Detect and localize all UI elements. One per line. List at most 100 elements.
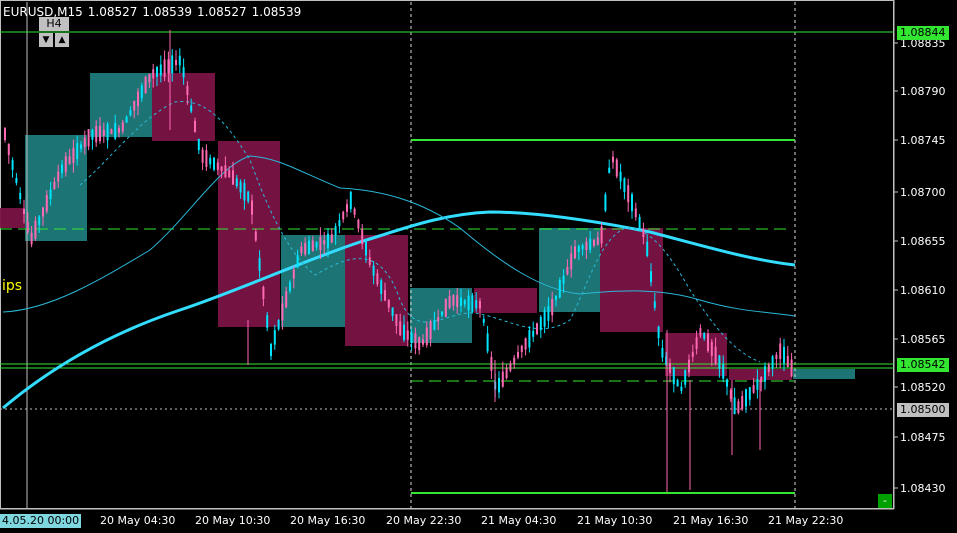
m15-candle-body <box>45 194 48 212</box>
price-tick-label: 1.08745 <box>900 134 946 147</box>
m15-candle-body <box>714 346 717 365</box>
timeframe-up-button[interactable]: ▲ <box>55 33 69 47</box>
m15-candle-body <box>642 228 645 238</box>
m15-candle-body <box>752 385 755 393</box>
m15-candle-body <box>182 67 185 78</box>
m15-candle-body <box>266 315 269 328</box>
m15-candle-body <box>118 127 120 133</box>
m15-candle-body <box>528 330 531 348</box>
m15-candle-body <box>707 333 709 351</box>
price-marker-lower-level: 1.08542 <box>897 358 949 372</box>
m15-candle-body <box>422 339 424 345</box>
m15-candle-body <box>612 156 614 163</box>
time-tick-label: 21 May 22:30 <box>768 514 844 527</box>
chart-canvas[interactable] <box>0 0 957 533</box>
m15-candle-body <box>539 317 542 331</box>
m15-candle-body <box>300 246 303 253</box>
timeframe-down-button[interactable]: ▼ <box>39 33 53 47</box>
m15-candle-body <box>756 378 759 390</box>
m15-candle-body <box>688 359 690 373</box>
m15-candle-body <box>106 124 109 141</box>
m15-candle-body <box>574 246 576 259</box>
m15-candle-body <box>34 220 37 239</box>
m15-candle-body <box>148 73 151 83</box>
m15-candle-body <box>133 100 136 111</box>
m15-candle-body <box>486 333 489 352</box>
m15-candle-body <box>251 200 253 215</box>
m15-candle-body <box>463 300 466 305</box>
timeframe-label: H4 <box>39 17 69 31</box>
m15-candle-body <box>395 314 398 326</box>
m15-candle-body <box>482 318 485 323</box>
m15-candle-body <box>520 345 523 353</box>
m15-candle-body <box>197 138 200 151</box>
m15-candle-body <box>121 122 124 132</box>
m15-candle-body <box>330 234 333 243</box>
h4-candle-box <box>600 228 663 332</box>
time-tick-label: 20 May 22:30 <box>386 514 462 527</box>
close-price: 1.08539 <box>251 5 302 19</box>
h4-candle-box <box>218 141 280 327</box>
m15-candle-body <box>353 208 356 215</box>
m15-candle-body <box>779 343 782 359</box>
m15-candle-body <box>61 164 63 174</box>
m15-candle-body <box>646 241 649 256</box>
m15-candle-body <box>346 204 348 212</box>
m15-candle-body <box>387 299 390 308</box>
m15-candle-body <box>619 171 622 182</box>
m15-candle-body <box>589 238 592 250</box>
collapse-button[interactable]: - <box>878 494 892 508</box>
time-tick-label: 20 May 04:30 <box>100 514 176 527</box>
m15-candle-body <box>691 352 694 357</box>
open-price: 1.08527 <box>87 5 138 19</box>
m15-candle-body <box>95 126 98 143</box>
m15-candle-body <box>650 271 652 283</box>
m15-candle-body <box>403 324 405 340</box>
m15-candle-body <box>72 148 75 163</box>
m15-candle-body <box>125 116 128 123</box>
m15-candle-body <box>53 181 56 189</box>
m15-candle-body <box>448 296 451 309</box>
m15-candle-body <box>524 338 527 350</box>
m15-candle-body <box>741 395 744 410</box>
m15-candle-body <box>745 389 747 407</box>
m15-candle-body <box>289 282 291 292</box>
m15-candle-body <box>380 280 383 294</box>
time-tick-label: 20 May 10:30 <box>195 514 271 527</box>
m15-candle-body <box>49 189 52 200</box>
m15-candle-body <box>175 59 177 66</box>
m15-candle-body <box>254 231 257 241</box>
m15-candle-body <box>304 242 307 255</box>
m15-candle-body <box>167 59 170 74</box>
m15-candle-body <box>391 307 394 317</box>
m15-candle-body <box>83 137 86 147</box>
m15-candle-body <box>277 319 280 330</box>
m15-candle-body <box>285 291 288 308</box>
m15-candle-body <box>775 354 778 360</box>
chart-window[interactable]: EURUSD,M15 1.08527 1.08539 1.08527 1.08539 H… <box>0 0 957 533</box>
m15-candle-body <box>159 64 162 76</box>
m15-candle-body <box>376 273 379 285</box>
m15-candle-body <box>220 166 223 171</box>
m15-candle-body <box>517 352 519 358</box>
high-price: 1.08539 <box>142 5 193 19</box>
m15-candle-body <box>498 377 500 393</box>
m15-candle-body <box>171 55 174 74</box>
m15-candle-body <box>209 157 212 165</box>
price-marker-upper-level: 1.08844 <box>897 26 949 40</box>
m15-candle-body <box>247 191 250 202</box>
m15-candle-body <box>748 387 751 400</box>
m15-candle-body <box>4 128 6 140</box>
m15-candle-body <box>406 330 409 340</box>
m15-candle-body <box>163 59 166 77</box>
m15-candle-body <box>771 356 774 369</box>
price-tick-label: 1.08565 <box>900 333 946 346</box>
m15-candle-body <box>429 321 432 340</box>
m15-candle-body <box>703 332 706 339</box>
m15-candle-body <box>669 363 671 373</box>
m15-candle-body <box>532 330 535 337</box>
m15-candle-body <box>555 295 557 301</box>
m15-candle-body <box>623 178 626 192</box>
price-tick-label: 1.08520 <box>900 381 946 394</box>
m15-candle-body <box>441 311 443 316</box>
